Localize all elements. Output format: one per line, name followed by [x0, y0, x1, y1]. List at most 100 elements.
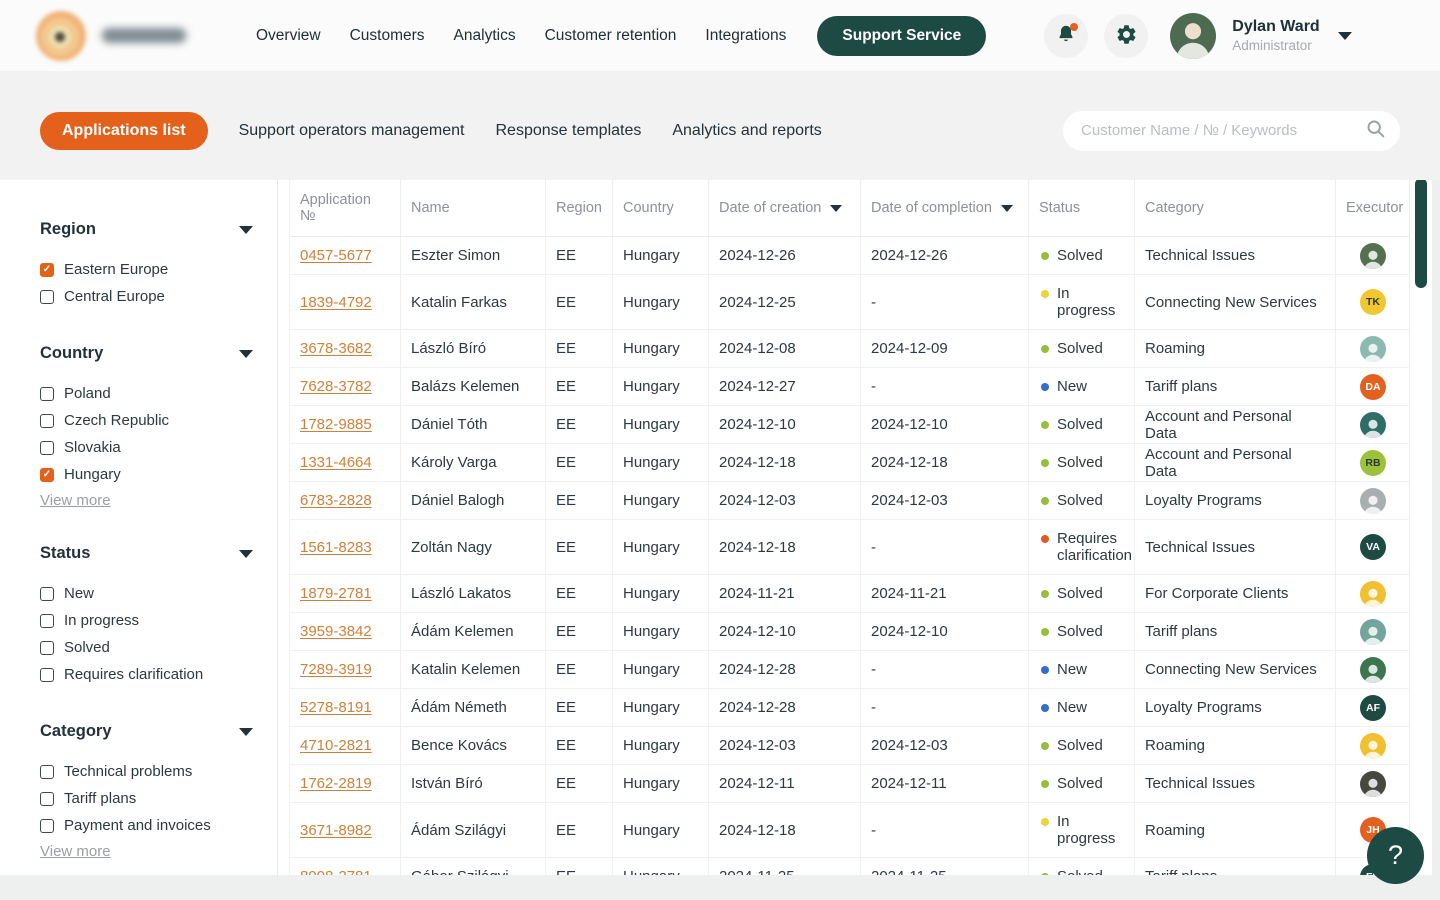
filter-option-in-progress[interactable]: In progress — [40, 607, 253, 634]
application-link[interactable]: 8908-2781 — [300, 868, 372, 875]
application-link[interactable]: 3671-8982 — [300, 822, 372, 839]
section-tabs: Applications list Support operators manag… — [40, 112, 853, 150]
application-link[interactable]: 1879-2781 — [300, 585, 372, 602]
filter-option-label: Solved — [64, 639, 110, 656]
checkbox-unchecked[interactable] — [40, 387, 54, 401]
filter-option-requires-clarification[interactable]: Requires clarification — [40, 661, 253, 688]
application-link[interactable]: 5278-8191 — [300, 699, 372, 716]
filter-option-eastern-europe[interactable]: ✓Eastern Europe — [40, 256, 253, 283]
filter-option-label: Poland — [64, 385, 111, 402]
cell-date-of-completion: 2024-11-25 — [861, 858, 1029, 875]
collapse-chevron-icon[interactable] — [239, 550, 253, 558]
checkbox-checked[interactable]: ✓ — [40, 468, 54, 482]
table-row: 1879-2781László LakatosEEHungary2024-11-… — [290, 575, 1409, 613]
sort-icon[interactable] — [1001, 205, 1013, 212]
filter-group-header[interactable]: Country — [40, 344, 253, 363]
cell-category: Connecting New Services — [1135, 275, 1336, 330]
tab-support-operators-management[interactable]: Support operators management — [239, 122, 465, 140]
cell-application-no: 7289-3919 — [290, 651, 401, 689]
application-link[interactable]: 7289-3919 — [300, 661, 372, 678]
support-service-button[interactable]: Support Service — [817, 16, 986, 56]
nav-customer-retention[interactable]: Customer retention — [545, 27, 677, 45]
settings-button[interactable] — [1104, 14, 1148, 58]
application-link[interactable]: 1839-4792 — [300, 294, 372, 311]
application-link[interactable]: 4710-2821 — [300, 737, 372, 754]
cell-region: EE — [546, 803, 613, 858]
collapse-chevron-icon[interactable] — [239, 350, 253, 358]
cell-application-no: 3678-3682 — [290, 330, 401, 368]
cell-name: Dániel Tóth — [401, 406, 546, 444]
table-header-row: Application №NameRegionCountryDate of cr… — [290, 180, 1409, 237]
notifications-button[interactable] — [1044, 14, 1088, 58]
status-badge: Solved — [1039, 416, 1103, 433]
application-link[interactable]: 1762-2819 — [300, 775, 372, 792]
sort-icon[interactable] — [830, 205, 842, 212]
cell-category: Technical Issues — [1135, 237, 1336, 275]
nav-customers[interactable]: Customers — [350, 27, 425, 45]
cell-status: New — [1029, 368, 1135, 406]
filter-option-czech-republic[interactable]: Czech Republic — [40, 407, 253, 434]
filter-group-title: Category — [40, 722, 112, 741]
filter-option-poland[interactable]: Poland — [40, 380, 253, 407]
checkbox-unchecked[interactable] — [40, 668, 54, 682]
filter-group-header[interactable]: Region — [40, 220, 253, 239]
checkbox-unchecked[interactable] — [40, 414, 54, 428]
checkbox-unchecked[interactable] — [40, 441, 54, 455]
tab-applications-list[interactable]: Applications list — [40, 112, 208, 150]
collapse-chevron-icon[interactable] — [239, 728, 253, 736]
column-header-date-of-completion[interactable]: Date of completion — [861, 180, 1029, 237]
nav-overview[interactable]: Overview — [256, 27, 321, 45]
status-dot — [1041, 666, 1049, 674]
nav-analytics[interactable]: Analytics — [454, 27, 516, 45]
application-link[interactable]: 3959-3842 — [300, 623, 372, 640]
checkbox-unchecked[interactable] — [40, 765, 54, 779]
view-more-link[interactable]: View more — [40, 492, 111, 509]
collapse-chevron-icon[interactable] — [239, 226, 253, 234]
user-menu[interactable]: Dylan Ward Administrator — [1170, 13, 1351, 59]
filter-group-title: Country — [40, 344, 103, 363]
search-input[interactable] — [1081, 122, 1365, 139]
status-label: Solved — [1057, 492, 1103, 509]
brand-wordmark-blurred — [102, 28, 186, 43]
checkbox-unchecked[interactable] — [40, 290, 54, 304]
cell-date-of-completion: 2024-12-10 — [861, 406, 1029, 444]
application-link[interactable]: 7628-3782 — [300, 378, 372, 395]
filter-option-technical-problems[interactable]: Technical problems — [40, 758, 253, 785]
filter-group-header[interactable]: Status — [40, 544, 253, 563]
filter-option-new[interactable]: New — [40, 580, 253, 607]
nav-integrations[interactable]: Integrations — [705, 27, 786, 45]
filter-option-solved[interactable]: Solved — [40, 634, 253, 661]
checkbox-unchecked[interactable] — [40, 792, 54, 806]
help-button[interactable]: ? — [1367, 827, 1424, 884]
application-link[interactable]: 1561-8283 — [300, 539, 372, 556]
filter-option-label: Technical problems — [64, 763, 192, 780]
table-row: 4710-2821Bence KovácsEEHungary2024-12-03… — [290, 727, 1409, 765]
status-badge: Solved — [1039, 585, 1103, 602]
checkbox-unchecked[interactable] — [40, 641, 54, 655]
search-icon[interactable] — [1365, 118, 1386, 144]
cell-region: EE — [546, 689, 613, 727]
filter-option-central-europe[interactable]: Central Europe — [40, 283, 253, 310]
view-more-link[interactable]: View more — [40, 843, 111, 860]
filter-option-label: Tariff plans — [64, 790, 136, 807]
checkbox-unchecked[interactable] — [40, 587, 54, 601]
application-link[interactable]: 3678-3682 — [300, 340, 372, 357]
table-scrollbar-thumb[interactable] — [1415, 180, 1427, 288]
application-link[interactable]: 1782-9885 — [300, 416, 372, 433]
checkbox-unchecked[interactable] — [40, 614, 54, 628]
application-link[interactable]: 6783-2828 — [300, 492, 372, 509]
tab-analytics-and-reports[interactable]: Analytics and reports — [672, 122, 821, 140]
column-header-date-of-creation[interactable]: Date of creation — [709, 180, 861, 237]
application-link[interactable]: 0457-5677 — [300, 247, 372, 264]
filter-option-payment-and-invoices[interactable]: Payment and invoices — [40, 812, 253, 839]
filter-option-hungary[interactable]: ✓Hungary — [40, 461, 253, 488]
application-link[interactable]: 1331-4664 — [300, 454, 372, 471]
checkbox-unchecked[interactable] — [40, 819, 54, 833]
brand-logo[interactable] — [36, 11, 186, 61]
filter-option-slovakia[interactable]: Slovakia — [40, 434, 253, 461]
filter-group-header[interactable]: Category — [40, 722, 253, 741]
checkbox-checked[interactable]: ✓ — [40, 263, 54, 277]
filter-option-tariff-plans[interactable]: Tariff plans — [40, 785, 253, 812]
tab-response-templates[interactable]: Response templates — [496, 122, 642, 140]
filter-group-title: Status — [40, 544, 90, 563]
